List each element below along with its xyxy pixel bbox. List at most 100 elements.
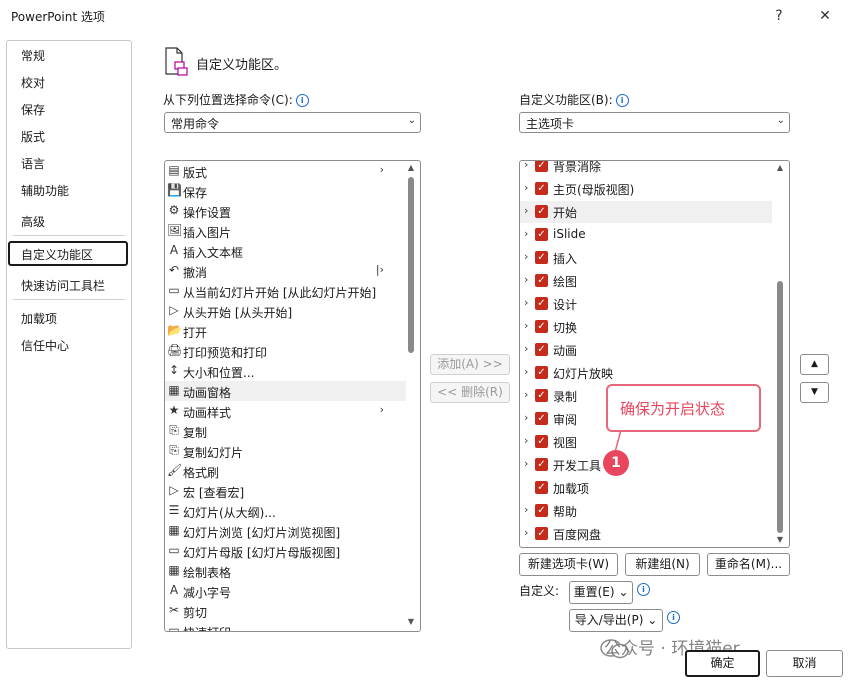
command-list-item[interactable]: 📂 打开 <box>165 321 406 341</box>
ribbon-tab-item[interactable]: › ✓ 绘图 <box>520 270 772 292</box>
new-group-button[interactable]: 新建组(N) <box>625 553 700 576</box>
expand-chevron-icon[interactable]: › <box>524 342 528 355</box>
commands-listbox[interactable]: ▤ 版式 › 💾 保存 ⚙ 操作设置 🖼 插入图片 A 插入文本框 ↶ 撤消 |› ▭ 从当前幻灯片开始 [从… <box>164 160 421 632</box>
sidebar-item-save[interactable]: 保存 <box>21 101 45 118</box>
import-export-button[interactable]: 导入/导出(P) ⌄ <box>569 609 663 632</box>
rename-button[interactable]: 重命名(M)... <box>707 553 790 576</box>
ribbon-tab-checkbox[interactable]: ✓ <box>535 435 548 448</box>
info-icon[interactable]: i <box>637 583 650 596</box>
expand-chevron-icon[interactable]: › <box>524 388 528 401</box>
ribbon-tab-item[interactable]: › ✓ 动画 <box>520 339 772 361</box>
command-list-item[interactable]: ▭快速打印 <box>165 621 406 631</box>
ribbon-tab-checkbox[interactable]: ✓ <box>535 274 548 287</box>
command-list-item[interactable]: 🖼 插入图片 <box>165 221 406 241</box>
ribbon-tab-checkbox[interactable]: ✓ <box>535 320 548 333</box>
new-tab-button[interactable]: 新建选项卡(W) <box>519 553 618 576</box>
command-list-item[interactable]: A 减小字号 <box>165 581 406 601</box>
expand-chevron-icon[interactable]: › <box>524 434 528 447</box>
command-list-item[interactable]: ▤ 版式 › <box>165 161 406 181</box>
command-list-item[interactable]: ▦ 幻灯片浏览 [幻灯片浏览视图] <box>165 521 406 541</box>
reset-button[interactable]: 重置(E) ⌄ <box>569 581 633 604</box>
expand-chevron-icon[interactable]: › <box>524 319 528 332</box>
expand-chevron-icon[interactable]: › <box>524 161 528 171</box>
ribbon-tab-checkbox[interactable]: ✓ <box>535 228 548 241</box>
ribbon-tab-checkbox[interactable]: ✓ <box>535 182 548 195</box>
sidebar-item-addins[interactable]: 加载项 <box>21 310 57 327</box>
help-button[interactable]: ? <box>768 6 790 26</box>
ribbon-tabs-dropdown[interactable]: 主选项卡 ⌄ <box>519 112 790 133</box>
choose-commands-dropdown[interactable]: 常用命令 ⌄ <box>164 112 421 133</box>
expand-chevron-icon[interactable]: › <box>524 250 528 263</box>
command-list-item[interactable]: 🖨 打印预览和打印 <box>165 341 406 361</box>
ribbon-tab-item[interactable]: › ✓ 切换 <box>520 316 772 338</box>
expand-chevron-icon[interactable]: › <box>524 273 528 286</box>
ribbon-tab-checkbox[interactable]: ✓ <box>535 297 548 310</box>
command-list-item[interactable]: ↶ 撤消 |› <box>165 261 406 281</box>
ribbon-tab-checkbox[interactable]: ✓ <box>535 251 548 264</box>
expand-chevron-icon[interactable]: › <box>524 181 528 194</box>
ribbon-tab-item[interactable]: › ✓ 主页(母版视图) <box>520 178 772 200</box>
sidebar-item-layout[interactable]: 版式 <box>21 128 45 145</box>
ribbon-tab-item[interactable]: › ✓ 插入 <box>520 247 772 269</box>
command-list-item[interactable]: 🖌 格式刷 <box>165 461 406 481</box>
info-icon[interactable]: i <box>615 94 629 107</box>
close-button[interactable]: ✕ <box>814 6 836 26</box>
ribbon-tab-checkbox[interactable]: ✓ <box>535 161 548 172</box>
ok-button[interactable]: 确定 <box>685 650 760 677</box>
ribbon-tab-item[interactable]: › ✓ 设计 <box>520 293 772 315</box>
command-list-item[interactable]: ▦ 绘制表格 <box>165 561 406 581</box>
command-list-item[interactable]: ⚙ 操作设置 <box>165 201 406 221</box>
sidebar-item-quick-access-toolbar[interactable]: 快速访问工具栏 <box>21 277 105 294</box>
ribbon-tab-checkbox[interactable]: ✓ <box>535 527 548 540</box>
ribbon-tab-checkbox[interactable]: ✓ <box>535 389 548 402</box>
ribbon-tab-item[interactable]: › ✓ 幻灯片放映 <box>520 362 772 384</box>
ribbon-tab-checkbox[interactable]: ✓ <box>535 412 548 425</box>
move-up-button[interactable]: ▲ <box>800 354 829 375</box>
ribbon-tab-item[interactable]: › ✓ iSlide <box>520 224 772 246</box>
expand-chevron-icon[interactable]: › <box>524 204 528 217</box>
remove-button[interactable]: << 删除(R) <box>430 382 510 403</box>
command-list-item[interactable]: ★ 动画样式 › <box>165 401 406 421</box>
sidebar-item-general[interactable]: 常规 <box>21 47 45 64</box>
ribbon-tabs-scrollbar[interactable]: ▲ ▼ <box>776 161 784 547</box>
expand-chevron-icon[interactable]: › <box>524 227 528 240</box>
command-list-item[interactable]: ☰ 幻灯片(从大纲)... <box>165 501 406 521</box>
scrollbar-thumb[interactable] <box>777 281 783 533</box>
ribbon-tabs-tree[interactable]: › ✓ 背景消除 › ✓ 主页(母版视图) › ✓ 开始 › ✓ iSlide › ✓ 插入 › ✓ 绘图 › ✓ 设计… <box>519 160 790 548</box>
sidebar-item-accessibility[interactable]: 辅助功能 <box>21 182 69 199</box>
scroll-down-icon[interactable]: ▼ <box>407 617 415 626</box>
expand-chevron-icon[interactable]: › <box>524 411 528 424</box>
expand-chevron-icon[interactable]: › <box>524 296 528 309</box>
sidebar-item-trust-center[interactable]: 信任中心 <box>21 337 69 354</box>
sidebar-item-advanced[interactable]: 高级 <box>21 213 45 230</box>
info-icon[interactable]: i <box>295 94 309 107</box>
scroll-up-icon[interactable]: ▲ <box>776 163 784 172</box>
command-list-item[interactable]: ✂ 剪切 <box>165 601 406 621</box>
ribbon-tab-checkbox[interactable]: ✓ <box>535 504 548 517</box>
commands-scrollbar[interactable]: ▲ ▼ <box>407 161 415 631</box>
expand-chevron-icon[interactable]: › <box>524 526 528 539</box>
sidebar-item-customize-ribbon[interactable]: 自定义功能区 <box>21 246 93 263</box>
ribbon-tab-item[interactable]: ✓ 加载项 <box>520 477 772 499</box>
cancel-button[interactable]: 取消 <box>766 650 843 677</box>
scroll-up-icon[interactable]: ▲ <box>407 163 415 172</box>
command-list-item[interactable]: ▷ 从头开始 [从头开始] <box>165 301 406 321</box>
ribbon-tab-item[interactable]: › ✓ 帮助 <box>520 500 772 522</box>
ribbon-tab-item[interactable]: › ✓ 开发工具 <box>520 454 772 476</box>
ribbon-tab-item[interactable]: › ✓ 开始 <box>520 201 772 223</box>
info-icon[interactable]: i <box>667 611 680 624</box>
ribbon-tab-checkbox[interactable]: ✓ <box>535 343 548 356</box>
expand-chevron-icon[interactable]: › <box>524 365 528 378</box>
command-list-item[interactable]: A 插入文本框 <box>165 241 406 261</box>
scroll-down-icon[interactable]: ▼ <box>776 535 784 544</box>
ribbon-tab-item[interactable]: › ✓ 百度网盘 <box>520 523 772 545</box>
ribbon-tab-checkbox[interactable]: ✓ <box>535 458 548 471</box>
command-list-item[interactable]: ⎘ 复制 <box>165 421 406 441</box>
command-list-item[interactable]: 💾 保存 <box>165 181 406 201</box>
sidebar-item-language[interactable]: 语言 <box>21 155 45 172</box>
ribbon-tab-checkbox[interactable]: ✓ <box>535 366 548 379</box>
command-list-item[interactable]: ▷ 宏 [查看宏] <box>165 481 406 501</box>
scrollbar-thumb[interactable] <box>408 177 414 353</box>
ribbon-tab-checkbox[interactable]: ✓ <box>535 205 548 218</box>
ribbon-tab-item[interactable]: › ✓ 背景消除 <box>520 161 772 177</box>
